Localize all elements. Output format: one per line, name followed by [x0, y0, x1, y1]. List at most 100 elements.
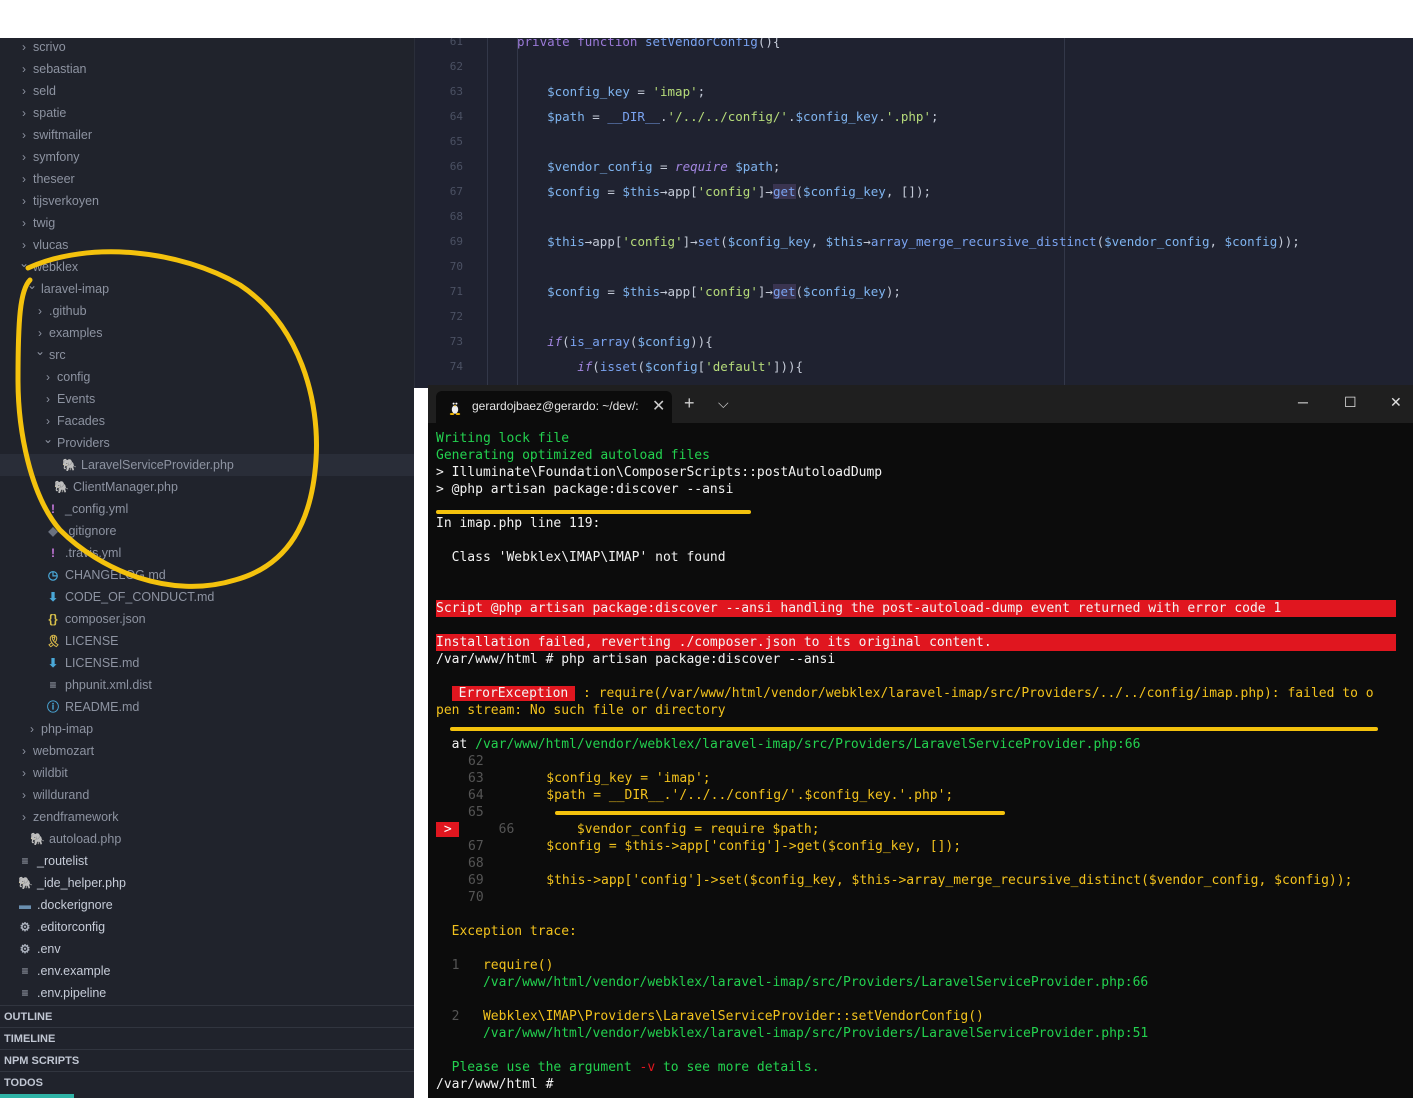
php-file-icon: 🐘 — [62, 458, 77, 472]
tree-file[interactable]: 🐘 _ide_helper.php — [0, 872, 414, 894]
code-line: 64 $path = __DIR__.'/../../config/'.$con… — [415, 104, 1413, 129]
license-file-icon: 🎗 — [46, 634, 62, 648]
tree-file[interactable]: ◷ CHANGELOG.md — [0, 564, 414, 586]
php-file-icon: 🐘 — [30, 832, 45, 846]
tree-item-label: phpunit.xml.dist — [65, 678, 152, 692]
tree-file[interactable]: ! .travis.yml — [0, 542, 414, 564]
tree-file[interactable]: 🐘 ClientManager.php — [0, 476, 414, 498]
tree-file[interactable]: ⚙ .env — [0, 938, 414, 960]
tree-file[interactable]: 🎗 LICENSE — [0, 630, 414, 652]
source-line: 65 — [468, 804, 484, 821]
tree-file[interactable]: ⬇ LICENSE.md — [0, 652, 414, 674]
tree-folder[interactable]: › config — [0, 366, 414, 388]
tree-item-label: autoload.php — [49, 832, 122, 846]
trace-line-number: :66 — [1124, 975, 1149, 990]
todos-section-label: TODOS — [4, 1077, 43, 1089]
code-line: 73 if(is_array($config)){ — [415, 329, 1413, 354]
code-editor[interactable]: 61 private function setVendorConfig(){62 6… — [414, 38, 1413, 388]
tree-folder[interactable]: › php-imap — [0, 718, 414, 740]
chevron-right-icon: › — [22, 194, 26, 208]
terminal-tab[interactable]: gerardojbaez@gerardo: ~/dev/: ✕ — [436, 391, 672, 423]
terminal-line: Writing lock file — [436, 431, 570, 446]
chevron-right-icon: › — [22, 128, 26, 142]
tree-file[interactable]: 🐘 autoload.php — [0, 828, 414, 850]
code-text: private function setVendorConfig(){ — [517, 38, 781, 49]
npm-scripts-section[interactable]: NPM SCRIPTS — [0, 1049, 414, 1071]
chevron-right-icon: › — [46, 370, 50, 384]
tree-file[interactable]: ≡ phpunit.xml.dist — [0, 674, 414, 696]
tree-folder[interactable]: › wildbit — [0, 762, 414, 784]
chevron-right-icon: › — [22, 216, 26, 230]
chevron-down-icon: ⌄ — [42, 432, 54, 446]
new-tab-button[interactable]: + — [684, 393, 695, 414]
npm-scripts-section-label: NPM SCRIPTS — [4, 1055, 80, 1067]
tree-item-label: ClientManager.php — [73, 480, 178, 494]
tree-folder[interactable]: › sebastian — [0, 58, 414, 80]
tree-item-label: sebastian — [33, 62, 87, 76]
code-line: 62 — [415, 54, 1413, 79]
trace-entry-path: /var/www/html/vendor/webklex/laravel-ima… — [436, 1025, 1148, 1042]
tree-folder[interactable]: › Events — [0, 388, 414, 410]
tree-item-label: _ide_helper.php — [37, 876, 126, 890]
annotation-underline — [555, 811, 1005, 815]
tree-file[interactable]: ≡ .env.pipeline — [0, 982, 414, 1004]
code-line: 72 — [415, 304, 1413, 329]
tree-folder[interactable]: › tijsverkoyen — [0, 190, 414, 212]
tree-item-label: zendframework — [33, 810, 119, 824]
timeline-section[interactable]: TIMELINE — [0, 1027, 414, 1049]
chevron-right-icon: › — [22, 766, 26, 780]
tree-file[interactable]: ◆ .gitignore — [0, 520, 414, 542]
tree-item-label: wildbit — [33, 766, 68, 780]
tree-file[interactable]: 🐘 LaravelServiceProvider.php — [0, 454, 414, 476]
tree-folder[interactable]: › zendframework — [0, 806, 414, 828]
tab-dropdown-button[interactable]: ⌵ — [718, 395, 729, 412]
tree-file[interactable]: ⬇ CODE_OF_CONDUCT.md — [0, 586, 414, 608]
tree-file[interactable]: ≡ .env.example — [0, 960, 414, 982]
tree-file[interactable]: {} composer.json — [0, 608, 414, 630]
close-window-button[interactable]: ✕ — [1390, 394, 1402, 411]
todos-section[interactable]: TODOS — [0, 1071, 414, 1093]
code-line: 66 $vendor_config = require $path; — [415, 154, 1413, 179]
chevron-right-icon: › — [38, 304, 42, 318]
source-line-number: 62 — [468, 754, 484, 769]
outline-section[interactable]: OUTLINE — [0, 1005, 414, 1027]
trace-entry: 1 require() — [436, 957, 554, 974]
tree-file[interactable]: ▬ .dockerignore — [0, 894, 414, 916]
terminal-tab-title: gerardojbaez@gerardo: ~/dev/: — [472, 399, 639, 413]
tree-folder[interactable]: › twig — [0, 212, 414, 234]
tree-folder[interactable]: › symfony — [0, 146, 414, 168]
minimize-button[interactable]: ─ — [1298, 394, 1308, 410]
tree-folder[interactable]: › vlucas — [0, 234, 414, 256]
tree-folder[interactable]: › .github — [0, 300, 414, 322]
terminal-prompt[interactable]: /var/www/html # — [436, 1076, 561, 1093]
tree-folder[interactable]: ⌄ src — [0, 344, 414, 366]
tree-file[interactable]: ⚙ .editorconfig — [0, 916, 414, 938]
tree-folder[interactable]: › swiftmailer — [0, 124, 414, 146]
tree-folder[interactable]: › examples — [0, 322, 414, 344]
tree-folder[interactable]: ⌄ laravel-imap — [0, 278, 414, 300]
close-tab-icon[interactable]: ✕ — [652, 396, 665, 416]
tree-item-label: LICENSE — [65, 634, 119, 648]
tree-folder[interactable]: › seld — [0, 80, 414, 102]
tree-folder[interactable]: › willdurand — [0, 784, 414, 806]
tree-item-label: Events — [57, 392, 96, 406]
tree-folder[interactable]: › theseer — [0, 168, 414, 190]
tree-file[interactable]: ! _config.yml — [0, 498, 414, 520]
maximize-button[interactable]: ☐ — [1344, 394, 1357, 411]
tree-folder[interactable]: ⌄ Providers — [0, 432, 414, 454]
source-code: $path = __DIR__.'/../../config/'.$config… — [483, 788, 954, 803]
tree-item-label: webklex — [33, 260, 79, 274]
chevron-right-icon: › — [22, 84, 26, 98]
tree-folder[interactable]: › spatie — [0, 102, 414, 124]
explorer-sidebar: › scrivo › sebastian › seld › spatie › swiftmaile… — [0, 38, 414, 1098]
tree-folder[interactable]: ⌄ webklex — [0, 256, 414, 278]
tree-folder[interactable]: › webmozart — [0, 740, 414, 762]
tree-item-label: .github — [49, 304, 87, 318]
tree-folder[interactable]: › Facades — [0, 410, 414, 432]
text-file-icon: ≡ — [21, 854, 29, 868]
source-line-number: 63 — [468, 771, 484, 786]
tree-file[interactable]: ≡ _routelist — [0, 850, 414, 872]
terminal-window[interactable]: gerardojbaez@gerardo: ~/dev/: ✕ + ⌵ ─ ☐ … — [428, 385, 1413, 1098]
tree-file[interactable]: ⓘ README.md — [0, 696, 414, 718]
tree-folder[interactable]: › scrivo — [0, 38, 414, 58]
